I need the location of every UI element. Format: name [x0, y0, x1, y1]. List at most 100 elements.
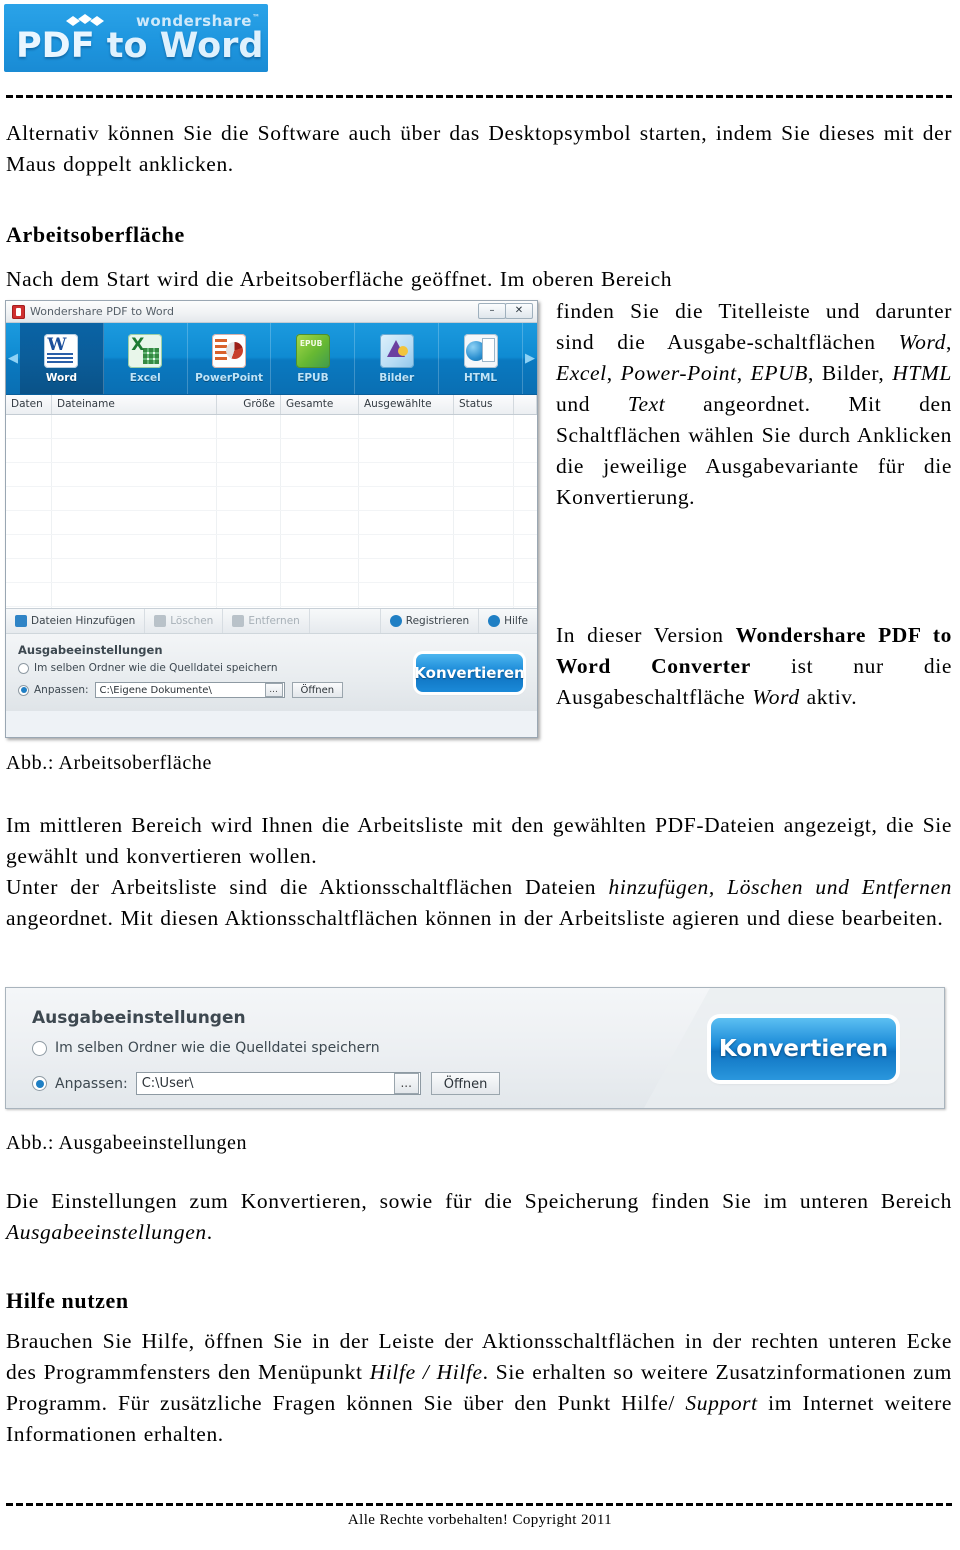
output-path-input[interactable]: C:\Eigene Dokumente\ ... — [94, 682, 285, 698]
option-custom-row[interactable]: Anpassen: C:\Eigene Dokumente\ ... Öffne… — [18, 682, 344, 698]
workspace-paragraph-right: finden Sie die Titelleiste und darunter … — [556, 296, 952, 513]
ribbon-item-excel[interactable]: Excel — [104, 323, 188, 394]
close-button[interactable]: ✕ — [505, 303, 533, 319]
workspace-lead-text: Nach dem Start wird die Arbeitsoberfläch… — [6, 267, 673, 291]
sp-b: . — [206, 1220, 213, 1244]
output-settings-inner: Ausgabeeinstellungen Im selben Ordner wi… — [6, 634, 537, 711]
remove-button[interactable]: Entfernen — [223, 609, 310, 633]
browse-button[interactable]: ... — [264, 683, 283, 697]
minimize-button[interactable]: – — [478, 303, 506, 319]
heading-hilfe-nutzen: Hilfe nutzen — [6, 1288, 129, 1313]
remove-icon — [232, 615, 245, 627]
column-header-status[interactable]: Status — [454, 395, 514, 414]
add-files-button[interactable]: Dateien Hinzufügen — [6, 609, 146, 633]
file-table-header: Daten Dateiname Größe Gesamte Seiten Aus… — [6, 395, 537, 429]
html-globe-icon — [463, 333, 498, 368]
hp-em2: Support — [685, 1391, 758, 1415]
option-custom-row-2[interactable]: Anpassen: C:\User\ ... Öffnen — [32, 1072, 501, 1095]
output-settings-panel: Ausgabeeinstellungen Im selben Ordner wi… — [6, 633, 537, 711]
convert-button-2[interactable]: Konvertieren — [711, 1018, 896, 1080]
radio-custom-2[interactable] — [32, 1076, 47, 1091]
wp-a: finden Sie die Titelleiste und darunter … — [556, 299, 952, 354]
open-folder-button-2[interactable]: Öffnen — [430, 1072, 501, 1095]
wp-sep2: , — [606, 361, 621, 385]
option-same-folder-row-2[interactable]: Im selben Ordner wie die Quelldatei spei… — [32, 1040, 380, 1056]
radio-same-folder-2[interactable] — [32, 1040, 47, 1056]
help-paragraph: Brauchen Sie Hilfe, öffnen Sie in der Le… — [6, 1326, 952, 1450]
screenshot-output-settings: Ausgabeeinstellungen Im selben Ordner wi… — [5, 987, 945, 1109]
hp-em1: Hilfe / Hilfe — [369, 1360, 483, 1384]
logo-product-text: PDF to Word — [16, 26, 264, 66]
wp-em-ppt: Power-Point — [620, 361, 737, 385]
vp-a: In dieser Version — [556, 623, 736, 647]
help-button[interactable]: Hilfe — [479, 609, 537, 633]
output-path-value-2: C:\User\ — [141, 1076, 194, 1091]
vp-em: Word — [752, 685, 800, 709]
column-header-groesse[interactable]: Größe — [217, 395, 281, 414]
browse-button-2[interactable]: ... — [393, 1073, 419, 1094]
register-button[interactable]: Registrieren — [381, 609, 480, 633]
caption-arbeitsoberflaeche: Abb.: Arbeitsoberfläche — [6, 752, 212, 774]
ribbon-item-powerpoint[interactable]: PowerPoint — [188, 323, 272, 394]
column-header-spacer — [514, 395, 537, 414]
settings-paragraph: Die Einstellungen zum Konvertieren, sowi… — [6, 1186, 952, 1248]
logo-toword-word: to Word — [94, 26, 264, 66]
file-table-body[interactable] — [6, 415, 537, 608]
wp-em-text: Text — [627, 392, 666, 416]
ribbon-label-excel: Excel — [129, 371, 161, 384]
window-controls: – ✕ — [478, 303, 533, 319]
app-icon — [12, 305, 25, 319]
add-files-label: Dateien Hinzufügen — [31, 615, 136, 627]
workspace-paragraph-lead: Nach dem Start wird die Arbeitsoberfläch… — [6, 264, 952, 295]
ribbon-item-word[interactable]: Word — [20, 323, 104, 394]
wp-sep3: , — [736, 361, 751, 385]
option-same-folder-row[interactable]: Im selben Ordner wie die Quelldatei spei… — [18, 662, 277, 674]
wondershare-logo: wondershare™ PDF to Word — [4, 4, 268, 72]
delete-button[interactable]: Löschen — [145, 609, 224, 633]
add-files-icon — [15, 615, 27, 627]
option-same-folder-label: Im selben Ordner wie die Quelldatei spei… — [34, 662, 278, 674]
window-title-text: Wondershare PDF to Word — [30, 305, 174, 318]
sp-a: Die Einstellungen zum Konvertieren, sowi… — [6, 1189, 952, 1213]
ribbon-item-bilder[interactable]: Bilder — [355, 323, 440, 394]
ribbon-item-epub[interactable]: EPUB — [271, 323, 356, 394]
ribbon-scroll-right-icon[interactable]: ▶ — [523, 323, 537, 394]
register-label: Registrieren — [405, 615, 470, 627]
logo-tm: ™ — [251, 13, 261, 22]
mp-b2: angeordnet. Mit diesen Aktionsschaltfläc… — [6, 906, 944, 930]
wp-sep1: , — [946, 330, 952, 354]
help-icon — [488, 615, 501, 627]
column-header-gesamte-seiten[interactable]: Gesamte Seiten — [281, 395, 359, 429]
intro-paragraph: Alternativ können Sie die Software auch … — [6, 121, 952, 176]
ribbon-label-word: Word — [45, 371, 77, 384]
output-settings-title: Ausgabeeinstellungen — [18, 643, 163, 657]
radio-same-folder[interactable] — [18, 662, 29, 674]
version-paragraph: In dieser Version Wondershare PDF to Wor… — [556, 620, 952, 713]
heading-arbeitsoberflaeche: Arbeitsoberfläche — [6, 222, 185, 247]
column-header-ausgewaehlte-seiten[interactable]: Ausgewählte Seiten — [359, 395, 454, 429]
remove-label: Entfernen — [248, 615, 300, 627]
ribbon-label-powerpoint: PowerPoint — [195, 371, 264, 384]
help-label: Hilfe — [504, 615, 528, 627]
convert-button[interactable]: Konvertieren — [414, 654, 525, 692]
column-header-daten[interactable]: Daten — [6, 395, 52, 414]
toolbar-spacer — [310, 609, 381, 633]
output-format-ribbon: ◀ Word Excel PowerPoint EPUB — [6, 323, 537, 395]
mp-em: hinzufügen, Löschen und Entfernen — [608, 875, 952, 899]
ribbon-item-html[interactable]: HTML — [439, 323, 523, 394]
option-custom-label: Anpassen: — [34, 684, 89, 696]
middle-paragraph-b: Unter der Arbeitsliste sind die Aktionss… — [6, 872, 952, 934]
mp-b1: Unter der Arbeitsliste sind die Aktionss… — [6, 875, 609, 899]
radio-custom[interactable] — [18, 684, 29, 696]
action-toolbar: Dateien Hinzufügen Löschen Entfernen Reg… — [6, 608, 537, 633]
ribbon-label-html: HTML — [464, 371, 498, 384]
column-header-dateiname[interactable]: Dateiname — [52, 395, 217, 414]
vp-c: aktiv. — [799, 685, 858, 709]
powerpoint-slide-icon — [212, 333, 247, 368]
output-path-input-2[interactable]: C:\User\ ... — [135, 1072, 421, 1095]
ribbon-scroll-left-icon[interactable]: ◀ — [6, 323, 20, 394]
caption-ausgabeeinstellungen: Abb.: Ausgabeeinstellungen — [6, 1132, 248, 1154]
epub-book-icon — [295, 333, 330, 368]
table-row-guides — [6, 415, 537, 608]
open-folder-button[interactable]: Öffnen — [291, 682, 344, 698]
